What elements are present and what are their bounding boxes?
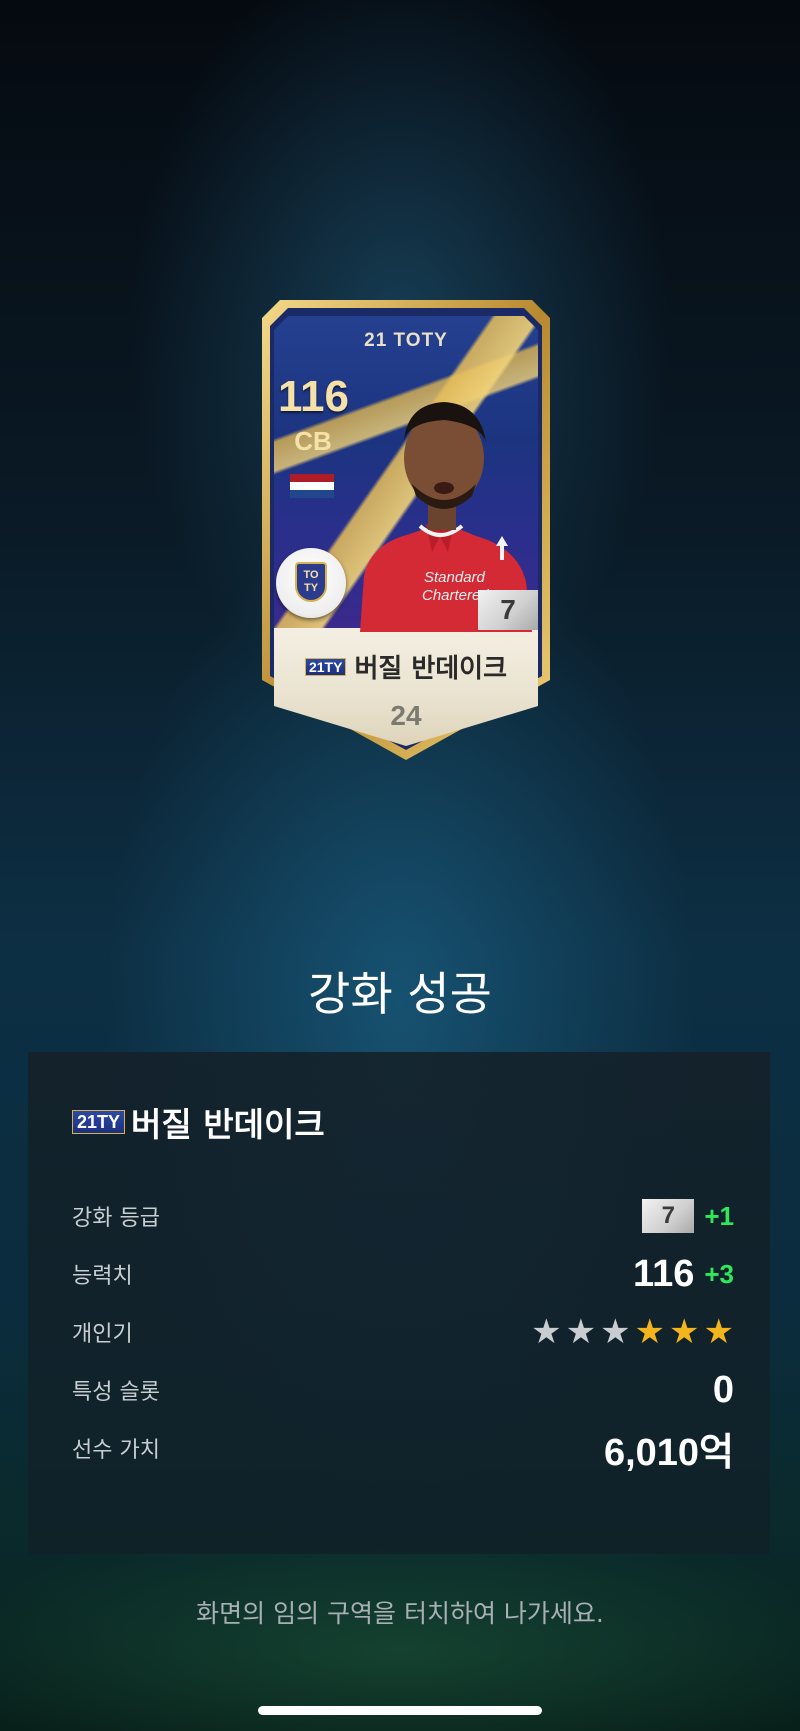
- card-position: CB: [294, 426, 332, 456]
- enhancement-result-screen[interactable]: { "card": { "edition": "21 TOTY", "seaso…: [0, 0, 800, 1731]
- season-tag-icon: 21TY: [72, 1110, 126, 1134]
- netherlands-flag-icon: [290, 474, 334, 498]
- stat-row-reputation: 개인기 ★ ★ ★ ★ ★ ★: [72, 1308, 734, 1356]
- stat-row-overall: 능력치 116 +3: [72, 1250, 734, 1298]
- player-value: 6,010억: [603, 1431, 734, 1474]
- card-overall: 116: [278, 372, 349, 421]
- stat-row-grade: 강화 등급 7 +1: [72, 1192, 734, 1240]
- card-name-row: 21TY 버질 반데이크: [274, 648, 538, 685]
- card-player-name: 버질 반데이크: [354, 654, 508, 684]
- player-card: 21 TOTY 116 CB Standard Chartered TO TY …: [258, 296, 554, 764]
- stat-label: 선수 가치: [72, 1438, 160, 1463]
- star-icon: ★: [600, 1312, 631, 1352]
- stat-label: 특성 슬롯: [72, 1380, 160, 1405]
- star-icon: ★: [531, 1312, 562, 1352]
- panel-player-name: 버질 반데이크: [131, 1105, 325, 1144]
- star-icon: ★: [669, 1312, 700, 1352]
- grade-badge: 7: [642, 1199, 695, 1233]
- result-details-panel: 21TY 버질 반데이크 강화 등급 7 +1 능력치 116 +3 개인기 ★…: [28, 1052, 770, 1554]
- stat-row-player-value: 선수 가치 6,010억: [72, 1424, 734, 1474]
- overall-value: 116: [633, 1252, 695, 1295]
- season-tag-icon: 21TY: [304, 657, 347, 676]
- grade-delta: +1: [704, 1200, 734, 1231]
- result-title: 강화 성공: [308, 967, 492, 1021]
- reputation-stars: ★ ★ ★ ★ ★ ★: [531, 1315, 734, 1349]
- star-icon: ★: [634, 1312, 666, 1352]
- stat-label: 능력치: [72, 1264, 133, 1289]
- exit-hint: 화면의 임의 구역을 터치하여 나가세요.: [196, 1599, 604, 1628]
- card-salary: 24: [390, 700, 422, 731]
- club-badge-icon: TO TY: [276, 548, 346, 618]
- overall-delta: +3: [704, 1258, 734, 1289]
- card-edition-label: 21 TOTY: [364, 330, 448, 351]
- panel-player-header: 21TY 버질 반데이크: [72, 1098, 325, 1146]
- star-icon: ★: [703, 1312, 734, 1352]
- stat-label: 강화 등급: [72, 1206, 160, 1231]
- star-icon: ★: [565, 1312, 597, 1352]
- svg-text:Standard: Standard: [424, 569, 486, 586]
- home-indicator[interactable]: [258, 1706, 542, 1715]
- stat-label: 개인기: [72, 1322, 133, 1347]
- trait-slots-value: 0: [712, 1368, 734, 1411]
- stat-row-trait-slots: 특성 슬롯 0: [72, 1366, 734, 1414]
- enhancement-grade-badge: 7: [478, 590, 538, 630]
